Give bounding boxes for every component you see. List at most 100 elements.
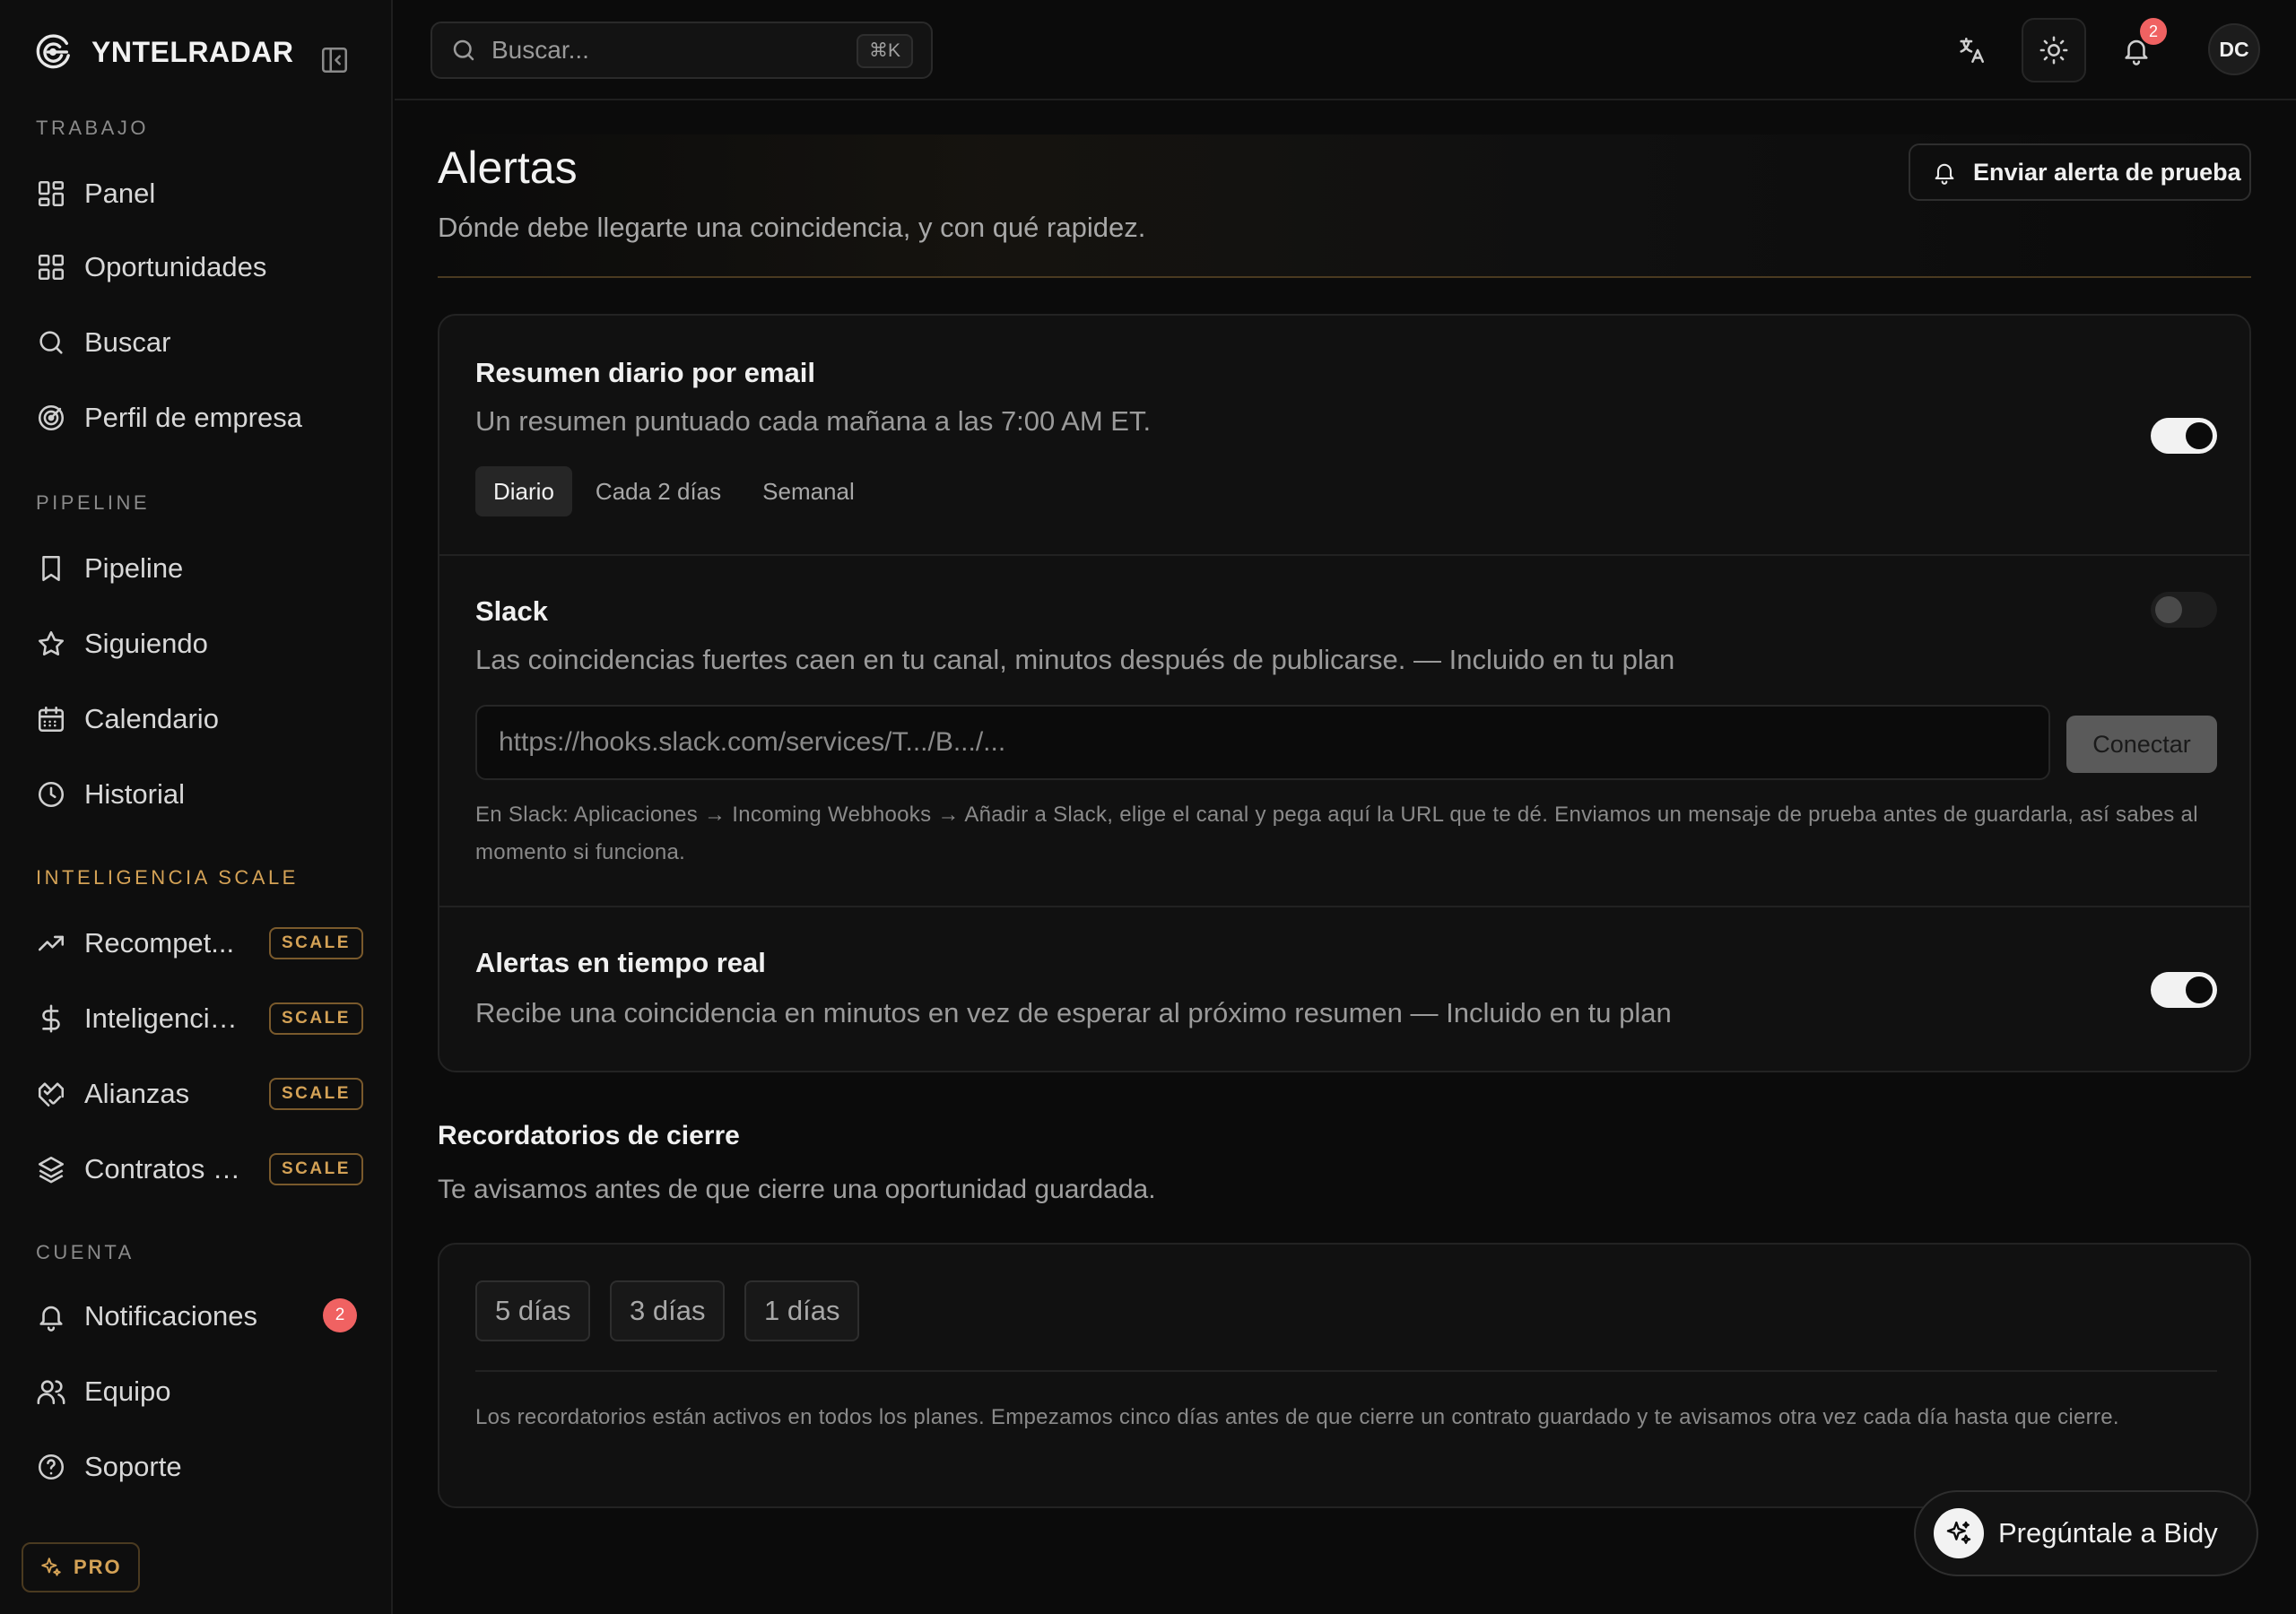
layers-icon bbox=[38, 1156, 65, 1184]
radar-logo-icon bbox=[36, 34, 70, 69]
scale-badge: SCALE bbox=[269, 927, 363, 959]
sidebar-item-historial[interactable]: Historial bbox=[22, 766, 371, 823]
toggle-knob bbox=[2186, 422, 2213, 449]
star-icon bbox=[38, 630, 65, 656]
section-label-pipeline: PIPELINE bbox=[36, 491, 151, 514]
section-label-trabajo: TRABAJO bbox=[36, 117, 149, 139]
realtime-description: Recibe una coincidencia en minutos en ve… bbox=[475, 997, 1672, 1028]
email-digest-toggle[interactable] bbox=[2151, 418, 2217, 454]
sidebar-item-label: Equipo bbox=[84, 1375, 171, 1407]
target-icon bbox=[38, 404, 65, 431]
slack-toggle[interactable] bbox=[2151, 592, 2217, 628]
language-button[interactable] bbox=[1939, 18, 2004, 82]
section-label-inteligencia-scale: INTELIGENCIA SCALE bbox=[36, 866, 299, 889]
sidebar-item-label: Alianzas bbox=[84, 1078, 190, 1109]
reminders-subtitle: Te avisamos antes de que cierre una opor… bbox=[438, 1175, 1156, 1204]
sidebar-item-label: Soporte bbox=[84, 1451, 182, 1482]
reminder-option-1-dias[interactable]: 1 días bbox=[744, 1280, 860, 1341]
users-icon bbox=[37, 1380, 65, 1405]
pro-label: PRO bbox=[74, 1556, 122, 1578]
sidebar-item-label: Pipeline bbox=[84, 552, 184, 584]
sidebar-item-oportunidades[interactable]: Oportunidades bbox=[22, 239, 371, 296]
email-digest-description: Un resumen puntuado cada mañana a las 7:… bbox=[475, 405, 1152, 437]
sidebar-item-soporte[interactable]: Soporte bbox=[22, 1438, 371, 1496]
sparkles-icon bbox=[1946, 1521, 1971, 1544]
avatar[interactable]: DC bbox=[2208, 23, 2260, 75]
reminders-card: 5 días 3 días 1 días Los recordatorios e… bbox=[438, 1243, 2251, 1508]
send-test-alert-label: Enviar alerta de prueba bbox=[1973, 158, 2241, 186]
bell-icon bbox=[39, 1306, 63, 1332]
sidebar-item-perfil-de-empresa[interactable]: Perfil de empresa bbox=[22, 389, 371, 447]
page-subtitle: Dónde debe llegarte una coincidencia, y … bbox=[438, 212, 1146, 243]
slack-webhook-input[interactable]: https://hooks.slack.com/services/T.../B.… bbox=[475, 705, 2050, 780]
frequency-tab-cada-2-dias[interactable]: Cada 2 días bbox=[578, 466, 739, 516]
notifications-button[interactable]: 2 bbox=[2104, 18, 2169, 82]
grid-icon bbox=[38, 254, 65, 281]
frequency-tab-semanal[interactable]: Semanal bbox=[744, 466, 873, 516]
frequency-tab-diario[interactable]: Diario bbox=[475, 466, 572, 516]
sidebar-item-inteligencia[interactable]: Inteligencia... SCALE bbox=[22, 990, 371, 1047]
reminders-note: Los recordatorios están activos en todos… bbox=[475, 1405, 2119, 1429]
bookmark-icon bbox=[42, 555, 60, 582]
theme-toggle-button[interactable] bbox=[2022, 18, 2086, 82]
reminders-title: Recordatorios de cierre bbox=[438, 1121, 740, 1150]
toggle-knob bbox=[2186, 976, 2213, 1003]
topbar: Buscar... ⌘K 2 DC bbox=[395, 0, 2296, 100]
ask-bidy-button[interactable]: Pregúntale a Bidy bbox=[1914, 1490, 2258, 1576]
frequency-tabs: Diario Cada 2 días Semanal bbox=[475, 466, 878, 516]
divider bbox=[475, 1370, 2217, 1372]
sidebar-item-panel[interactable]: Panel bbox=[22, 165, 371, 222]
alert-channels-card: Resumen diario por email Un resumen punt… bbox=[438, 314, 2251, 1072]
collapse-sidebar-icon[interactable] bbox=[319, 45, 350, 75]
sidebar-item-recompetencias[interactable]: Recompet... SCALE bbox=[22, 915, 371, 972]
sidebar-item-label: Buscar bbox=[84, 326, 171, 358]
search-placeholder: Buscar... bbox=[491, 36, 589, 64]
sidebar-item-label: Notificaciones bbox=[84, 1300, 257, 1332]
slack-section: Slack Las coincidencias fuertes caen en … bbox=[439, 556, 2249, 906]
bidy-avatar bbox=[1934, 1508, 1984, 1558]
slack-connect-button[interactable]: Conectar bbox=[2066, 716, 2217, 773]
handshake-icon bbox=[38, 1082, 65, 1107]
sidebar-item-label: Panel bbox=[84, 178, 156, 209]
sidebar-item-contratos[interactable]: Contratos p... SCALE bbox=[22, 1141, 371, 1198]
pro-plan-button[interactable]: PRO bbox=[22, 1542, 140, 1592]
toggle-knob bbox=[2155, 596, 2182, 623]
clock-icon bbox=[38, 781, 65, 808]
bell-icon bbox=[1935, 163, 1954, 185]
sidebar-item-label: Oportunidades bbox=[84, 251, 267, 282]
realtime-toggle[interactable] bbox=[2151, 972, 2217, 1008]
search-shortcut: ⌘K bbox=[856, 34, 913, 68]
scale-badge: SCALE bbox=[269, 1002, 363, 1035]
translate-icon bbox=[1960, 37, 1985, 64]
sidebar-item-label: Inteligencia... bbox=[84, 1002, 248, 1034]
sidebar-item-pipeline[interactable]: Pipeline bbox=[22, 540, 371, 597]
slack-help-text: En Slack: Aplicaciones → Incoming Webhoo… bbox=[475, 803, 2198, 864]
sidebar-item-equipo[interactable]: Equipo bbox=[22, 1363, 371, 1420]
reminder-option-3-dias[interactable]: 3 días bbox=[610, 1280, 726, 1341]
sidebar-item-notificaciones[interactable]: Notificaciones 2 bbox=[22, 1288, 371, 1345]
search-icon bbox=[453, 39, 474, 61]
search-icon bbox=[39, 331, 63, 354]
sidebar-item-siguiendo[interactable]: Siguiendo bbox=[22, 615, 371, 672]
sidebar-item-label: Calendario bbox=[84, 703, 219, 734]
notification-count-badge: 2 bbox=[323, 1298, 357, 1332]
search-input[interactable]: Buscar... ⌘K bbox=[430, 22, 933, 79]
sidebar-item-label: Recompet... bbox=[84, 927, 235, 959]
sidebar-item-label: Siguiendo bbox=[84, 628, 208, 659]
send-test-alert-button[interactable]: Enviar alerta de prueba bbox=[1909, 143, 2251, 201]
slack-title: Slack bbox=[475, 595, 549, 627]
sidebar-item-calendario[interactable]: Calendario bbox=[22, 690, 371, 748]
sun-icon bbox=[2039, 36, 2068, 65]
notification-count-badge: 2 bbox=[2140, 18, 2167, 45]
reminder-option-5-dias[interactable]: 5 días bbox=[475, 1280, 591, 1341]
sidebar-item-alianzas[interactable]: Alianzas SCALE bbox=[22, 1065, 371, 1123]
sidebar-item-label: Perfil de empresa bbox=[84, 402, 302, 433]
layout-grid-icon bbox=[38, 180, 65, 207]
divider bbox=[439, 906, 2249, 907]
slack-description: Las coincidencias fuertes caen en tu can… bbox=[475, 644, 1675, 675]
brand[interactable]: YNTELRADAR bbox=[32, 32, 293, 72]
sidebar-item-label: Contratos p... bbox=[84, 1153, 248, 1184]
section-label-cuenta: CUENTA bbox=[36, 1241, 135, 1263]
sidebar-item-buscar[interactable]: Buscar bbox=[22, 314, 371, 371]
dollar-icon bbox=[42, 1004, 60, 1033]
